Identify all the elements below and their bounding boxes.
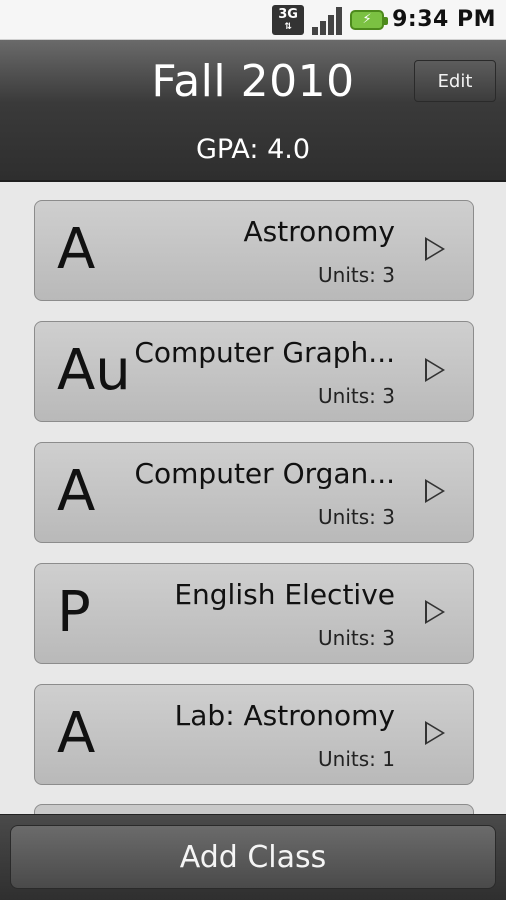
course-item-english-elective[interactable]: P English Elective Units: 3 bbox=[34, 563, 474, 664]
chevron-right-icon bbox=[425, 358, 445, 382]
course-list[interactable]: A Astronomy Units: 3 Au Computer Graph..… bbox=[0, 182, 506, 814]
course-units: Units: 3 bbox=[318, 384, 395, 408]
semester-header: Fall 2010 Edit GPA: 4.0 bbox=[0, 40, 506, 182]
chevron-right-icon bbox=[425, 237, 445, 261]
course-units: Units: 3 bbox=[318, 263, 395, 287]
clock: 9:34 PM bbox=[392, 7, 496, 32]
chevron-right-icon bbox=[425, 721, 445, 745]
course-units: Units: 1 bbox=[318, 747, 395, 771]
course-item-astronomy[interactable]: A Astronomy Units: 3 bbox=[34, 200, 474, 301]
status-bar: 3G ⇅ ⚡ 9:34 PM bbox=[0, 0, 506, 40]
course-grade: A bbox=[57, 459, 96, 524]
course-item-lab-astronomy[interactable]: A Lab: Astronomy Units: 1 bbox=[34, 684, 474, 785]
signal-strength-icon bbox=[312, 5, 343, 35]
course-name: English Elective bbox=[174, 578, 395, 611]
course-item-partial[interactable] bbox=[34, 804, 474, 814]
edit-button[interactable]: Edit bbox=[414, 60, 496, 102]
footer-bar: Add Class bbox=[0, 814, 506, 900]
course-units: Units: 3 bbox=[318, 626, 395, 650]
battery-charging-icon: ⚡ bbox=[350, 9, 389, 30]
gpa-label: GPA: 4.0 bbox=[195, 134, 311, 165]
course-grade: A bbox=[57, 217, 96, 282]
network-label: 3G bbox=[278, 6, 298, 22]
chevron-right-icon bbox=[425, 600, 445, 624]
chevron-right-icon bbox=[425, 479, 445, 503]
course-name: Astronomy bbox=[243, 215, 395, 248]
course-grade: P bbox=[57, 580, 91, 645]
add-class-button[interactable]: Add Class bbox=[10, 825, 496, 889]
course-item-computer-organization[interactable]: A Computer Organ... Units: 3 bbox=[34, 442, 474, 543]
course-units: Units: 3 bbox=[318, 505, 395, 529]
network-3g-icon: 3G ⇅ bbox=[272, 4, 305, 35]
course-grade: A bbox=[57, 701, 96, 766]
course-grade: Au bbox=[57, 338, 131, 403]
course-name: Computer Graph... bbox=[134, 336, 395, 369]
course-item-computer-graphics[interactable]: Au Computer Graph... Units: 3 bbox=[34, 321, 474, 422]
course-name: Lab: Astronomy bbox=[174, 699, 395, 732]
course-name: Computer Organ... bbox=[134, 457, 395, 490]
